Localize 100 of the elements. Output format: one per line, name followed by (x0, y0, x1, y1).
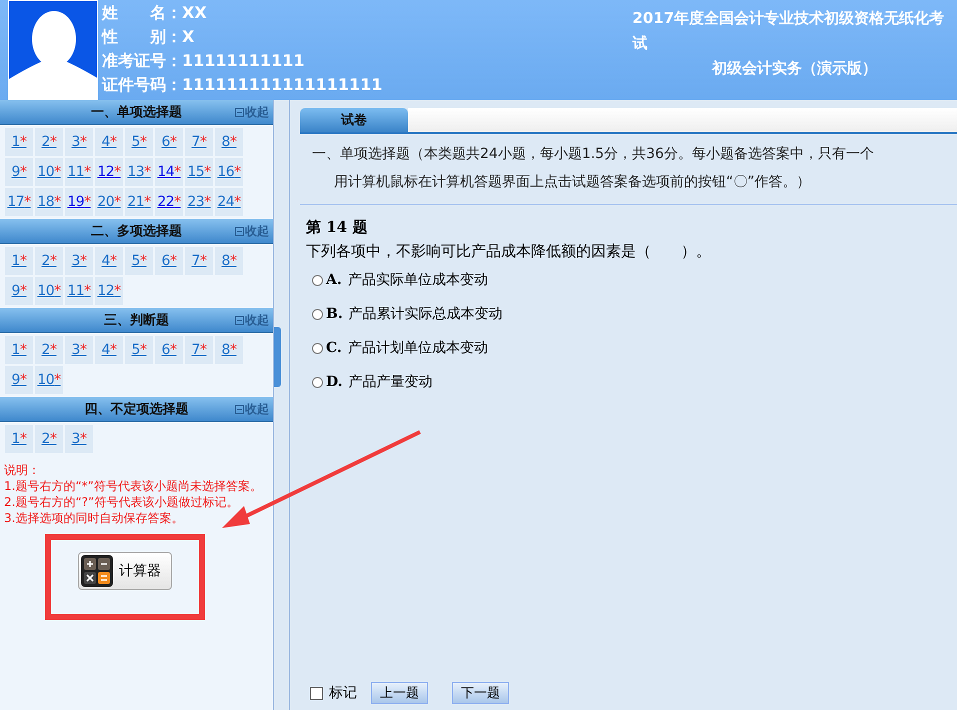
question-link[interactable]: 8* (215, 336, 243, 364)
radio-button[interactable] (312, 342, 323, 354)
question-link[interactable]: 6* (155, 128, 183, 156)
question-link[interactable]: 3* (65, 336, 93, 364)
question-link[interactable]: 2* (35, 128, 63, 156)
collapse-icon (235, 108, 244, 117)
question-link[interactable]: 21* (125, 188, 153, 216)
question-link[interactable]: 8* (215, 128, 243, 156)
question-link[interactable]: 7* (185, 128, 213, 156)
collapse-link[interactable]: 收起 (235, 104, 269, 121)
candidate-info: 姓 名：XX (102, 2, 208, 24)
question-link[interactable]: 19* (65, 188, 93, 216)
unanswered-mark: * (80, 253, 86, 269)
collapse-icon (235, 316, 244, 325)
question-link[interactable]: 2* (35, 247, 63, 275)
question-link[interactable]: 10* (35, 277, 63, 305)
unanswered-mark: * (20, 372, 26, 388)
question-link[interactable]: 22* (155, 188, 183, 216)
question-link[interactable]: 5* (125, 247, 153, 275)
option-letter: A. (326, 272, 342, 288)
question-link[interactable]: 5* (125, 128, 153, 156)
question-link[interactable]: 7* (185, 336, 213, 364)
question-link[interactable]: 11* (65, 277, 93, 305)
unanswered-mark: * (20, 164, 26, 180)
unanswered-mark: * (20, 431, 26, 447)
nav-button[interactable]: 下一题 (452, 682, 509, 704)
radio-button[interactable] (312, 308, 323, 320)
unanswered-mark: * (50, 253, 56, 269)
question-link[interactable]: 23* (185, 188, 213, 216)
unanswered-mark: * (230, 253, 236, 269)
tab[interactable]: 试卷 (300, 108, 408, 132)
unanswered-mark: * (50, 431, 56, 447)
option-text: 产品计划单位成本变动 (348, 339, 488, 357)
question-link[interactable]: 8* (215, 247, 243, 275)
question-link[interactable]: 3* (65, 247, 93, 275)
question-link[interactable]: 15* (185, 158, 213, 186)
mark-checkbox[interactable] (310, 686, 323, 700)
option-text: 产品产量变动 (348, 373, 433, 391)
question-link[interactable]: 9* (5, 158, 33, 186)
question-link[interactable]: 10* (35, 366, 63, 394)
unanswered-mark: * (144, 194, 151, 210)
unanswered-mark: * (174, 164, 181, 180)
question-link[interactable]: 3* (65, 128, 93, 156)
unanswered-mark: * (204, 164, 211, 180)
question-link[interactable]: 20* (95, 188, 123, 216)
question-link[interactable]: 1* (5, 425, 33, 453)
question-link[interactable]: 24* (215, 188, 243, 216)
question-link[interactable]: 4* (95, 247, 123, 275)
question-link[interactable]: 2* (35, 336, 63, 364)
question-link[interactable]: 12* (95, 277, 123, 305)
radio-button[interactable] (312, 376, 323, 388)
question-link[interactable]: 10* (35, 158, 63, 186)
checkbox-label: 标记 (329, 684, 357, 702)
note-text: 2.题号右方的“?”符号代表该小题做过标记。 (4, 494, 240, 510)
question-link[interactable]: 1* (5, 336, 33, 364)
question-link[interactable]: 9* (5, 366, 33, 394)
question-link[interactable]: 12* (95, 158, 123, 186)
unanswered-mark: * (84, 283, 91, 299)
nav-button[interactable]: 上一题 (371, 682, 428, 704)
calculator-button[interactable]: 计算器 (78, 552, 172, 590)
question-link[interactable]: 9* (5, 277, 33, 305)
question-link[interactable]: 6* (155, 336, 183, 364)
unanswered-mark: * (54, 283, 61, 299)
question-number: 第 14 题 (306, 217, 368, 238)
question-link[interactable]: 4* (95, 336, 123, 364)
calculator-icon (81, 555, 113, 587)
unanswered-mark: * (110, 134, 116, 150)
question-link[interactable]: 11* (65, 158, 93, 186)
section-title: 二、多项选择题 (91, 223, 182, 240)
question-link[interactable]: 13* (125, 158, 153, 186)
question-link[interactable]: 7* (185, 247, 213, 275)
unanswered-mark: * (234, 194, 241, 210)
candidate-info: 准考证号：11111111111 (102, 50, 306, 72)
question-link[interactable]: 1* (5, 247, 33, 275)
notes-heading: 说明： (4, 462, 41, 478)
unanswered-mark: * (54, 194, 61, 210)
question-link[interactable]: 4* (95, 128, 123, 156)
collapse-link[interactable]: 收起 (235, 401, 269, 418)
radio-button[interactable] (312, 274, 323, 286)
question-link[interactable]: 16* (215, 158, 243, 186)
question-link[interactable]: 2* (35, 425, 63, 453)
unanswered-mark: * (20, 283, 26, 299)
question-link[interactable]: 5* (125, 336, 153, 364)
unanswered-mark: * (80, 431, 86, 447)
instruction-text: 用计算机鼠标在计算机答题界面上点击试题答案备选项前的按钮“〇”作答。） (333, 173, 812, 192)
question-link[interactable]: 3* (65, 425, 93, 453)
unanswered-mark: * (140, 342, 146, 358)
unanswered-mark: * (80, 134, 86, 150)
question-link[interactable]: 6* (155, 247, 183, 275)
unanswered-mark: * (230, 342, 236, 358)
splitter-handle[interactable] (274, 327, 281, 387)
question-link[interactable]: 17* (5, 188, 33, 216)
collapse-link[interactable]: 收起 (235, 223, 269, 240)
note-text: 3.选择选项的同时自动保存答案。 (4, 510, 184, 526)
collapse-link[interactable]: 收起 (235, 312, 269, 329)
question-link[interactable]: 1* (5, 128, 33, 156)
question-link[interactable]: 18* (35, 188, 63, 216)
candidate-info: 证件号码：111111111111111111 (102, 74, 382, 96)
option-text: 产品累计实际总成本变动 (348, 305, 503, 323)
question-link[interactable]: 14* (155, 158, 183, 186)
